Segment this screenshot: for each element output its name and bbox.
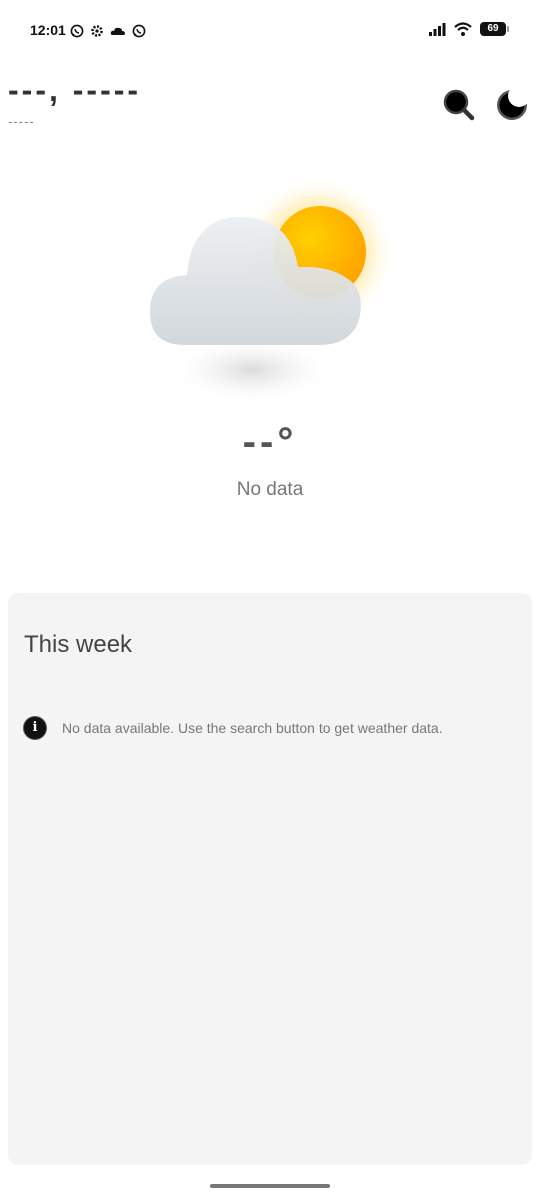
cloud-icon [110, 27, 125, 35]
no-data-message: i No data available. Use the search butt… [24, 717, 443, 739]
battery-icon: 69 [480, 22, 509, 36]
week-title: This week [24, 631, 133, 658]
location-subtitle: ----- [8, 114, 35, 129]
weather-illustration [140, 175, 400, 415]
info-icon: i [24, 717, 46, 739]
theme-toggle-button[interactable] [495, 86, 531, 122]
location-title: ---, ----- [8, 72, 142, 108]
search-icon [443, 89, 475, 121]
signal-icon [429, 23, 446, 36]
status-time: 12:01 [30, 22, 66, 38]
status-bar: 12:01 69 [0, 0, 540, 64]
whatsapp-icon [132, 24, 146, 38]
search-button[interactable] [440, 86, 476, 122]
home-indicator[interactable] [210, 1184, 330, 1188]
weather-app-screen: 12:01 69 ---, ----- ----- --° No data Th… [0, 0, 540, 1200]
partly-cloudy-icon [150, 175, 396, 405]
whatsapp-icon [70, 24, 84, 38]
system-status: 69 [428, 22, 509, 36]
weather-condition: No data [236, 479, 304, 500]
moon-icon [497, 90, 527, 120]
wifi-icon [454, 22, 472, 36]
weekly-forecast-card: This week i No data available. Use the s… [8, 593, 532, 1165]
settings-icon [91, 25, 103, 37]
notification-icons [70, 24, 146, 38]
no-data-text: No data available. Use the search button… [62, 720, 443, 736]
current-temperature: --° [242, 420, 298, 464]
